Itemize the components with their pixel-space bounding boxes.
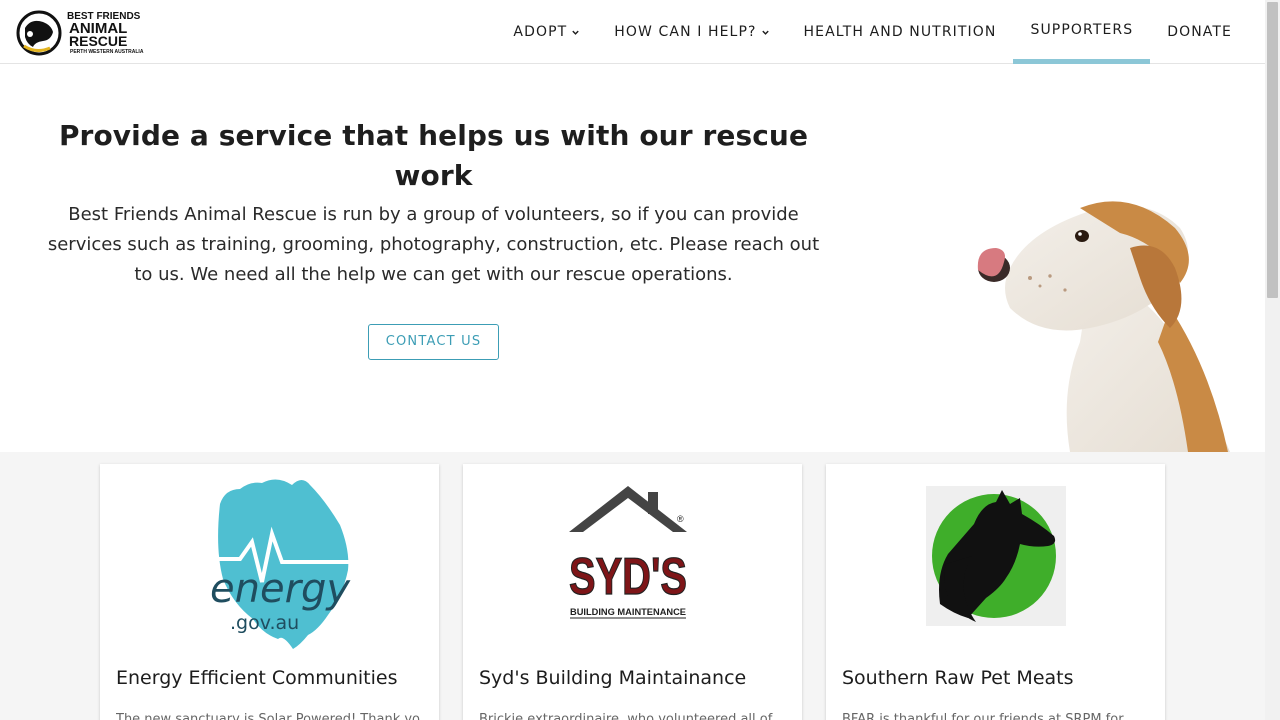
card-title: Energy Efficient Communities: [116, 667, 398, 689]
hero-description: Best Friends Animal Rescue is run by a g…: [47, 204, 820, 285]
hero-title: Provide a service that helps us with our…: [58, 119, 809, 192]
syds-registered-mark: ®: [677, 514, 684, 524]
nav-supporters[interactable]: SUPPORTERS: [1013, 0, 1151, 64]
energy-gov-logo: energy .gov.au: [200, 479, 360, 649]
supporter-card-energy[interactable]: energy .gov.au Energy Efficient Communit…: [100, 464, 439, 720]
syds-building-logo: ® SYD'S BUILDING MAINTENANCE: [568, 486, 688, 619]
card-text: The new sanctuary is Solar Powered! Than…: [116, 712, 421, 720]
nav-how-can-i-help[interactable]: HOW CAN I HELP?: [597, 0, 786, 64]
contact-us-button[interactable]: CONTACT US: [367, 324, 500, 360]
card-text: BFAR is thankful for our friends at SRPM…: [842, 712, 1124, 720]
energy-logo-sub: .gov.au: [230, 612, 299, 634]
hero-section: Provide a service that helps us with our…: [0, 64, 1265, 452]
supporter-card-syds[interactable]: ® SYD'S BUILDING MAINTENANCE Syd's Build…: [463, 464, 802, 720]
nav-health-label: HEALTH AND NUTRITION: [803, 24, 997, 40]
card-title: Syd's Building Maintainance: [479, 667, 747, 689]
scrollbar-thumb[interactable]: [1267, 2, 1278, 298]
southern-raw-pet-meats-logo: [926, 486, 1066, 626]
energy-logo-main: energy: [210, 566, 351, 612]
nav-health-nutrition[interactable]: HEALTH AND NUTRITION: [787, 0, 1014, 64]
logo-line3: RESCUE: [69, 33, 127, 49]
syds-logo-main: SYD'S: [569, 548, 687, 606]
supporter-card-srpm[interactable]: Southern Raw Pet Meats BFAR is thankful …: [826, 464, 1165, 720]
nav-help-label: HOW CAN I HELP?: [614, 24, 757, 40]
chevron-down-icon: [761, 30, 769, 35]
page-scrollbar[interactable]: [1265, 0, 1280, 720]
site-header: BEST FRIENDS ANIMAL RESCUE PERTH WESTERN…: [0, 0, 1265, 64]
card-title: Southern Raw Pet Meats: [842, 667, 1074, 689]
logo-line4: PERTH WESTERN AUSTRALIA: [70, 49, 144, 55]
nav-donate[interactable]: DONATE: [1150, 0, 1249, 64]
hero-text: Provide a service that helps us with our…: [40, 116, 827, 360]
supporters-cards: energy .gov.au Energy Efficient Communit…: [0, 452, 1265, 720]
nav-adopt[interactable]: ADOPT: [496, 0, 597, 64]
nav-adopt-label: ADOPT: [513, 24, 568, 40]
main-nav: ADOPT HOW CAN I HELP? HEALTH AND NUTRITI…: [496, 0, 1249, 64]
chevron-down-icon: [572, 30, 579, 35]
dog-photo: [977, 201, 1230, 452]
nav-donate-label: DONATE: [1167, 24, 1232, 40]
nav-supporters-label: SUPPORTERS: [1030, 22, 1134, 38]
site-logo[interactable]: BEST FRIENDS ANIMAL RESCUE PERTH WESTERN…: [15, 8, 145, 56]
syds-logo-sub: BUILDING MAINTENANCE: [570, 607, 686, 618]
card-text: Brickie extraordinaire, who volunteered …: [479, 712, 773, 720]
